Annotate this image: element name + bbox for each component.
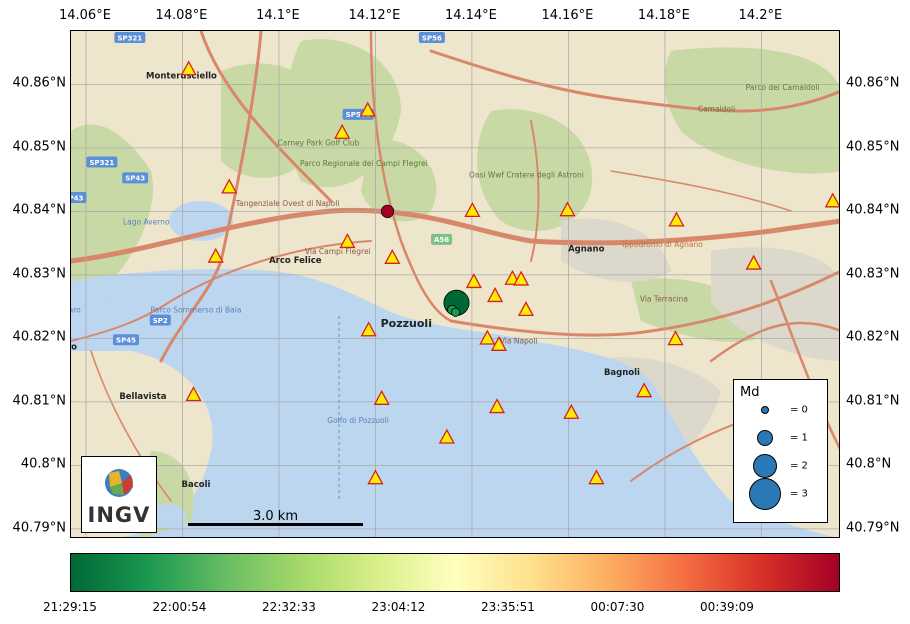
longitude-tick-label: 14.14°E (444, 8, 497, 23)
place-label: Golfo di Pozzuoli (327, 416, 389, 425)
colorbar-tick-label: 23:04:12 (371, 600, 426, 614)
colorbar-tick-label: 22:32:33 (262, 600, 316, 614)
latitude-tick-label: 40.81°N (846, 393, 900, 409)
place-label: Pozzuoli (381, 317, 432, 330)
latitude-tick-label: 40.82°N (846, 329, 900, 345)
colorbar-tick-label: 00:07:30 (590, 600, 645, 614)
legend-marker (749, 478, 781, 510)
latitude-tick-label: 40.79°N (846, 520, 900, 536)
colorbar-tick-label: 21:29:15 (43, 600, 97, 614)
place-label: Agnano (568, 245, 605, 255)
place-label: SP43 (125, 175, 145, 183)
latitude-tick-label: 40.84°N (12, 202, 66, 218)
place-label: SP43 (71, 194, 83, 202)
latitude-tick-label: 40.84°N (846, 202, 900, 218)
latitude-tick-label: 40.79°N (12, 520, 66, 536)
place-label: Bagnoli (604, 368, 640, 378)
place-label: SP56 (422, 34, 442, 42)
longitude-tick-label: 14.16°E (541, 8, 594, 23)
place-label: Parco dei Camaldoli (746, 83, 820, 92)
place-label: Via Terracina (640, 294, 688, 303)
longitude-tick-label: 14.18°E (637, 8, 690, 23)
colorbar-tick-label: 00:39:09 (700, 600, 754, 614)
map-area[interactable]: Monterusciello Parco Regionale dei Campi … (70, 30, 840, 538)
place-label: Ippodromo di Agnano (622, 240, 703, 249)
ingv-logo: INGV (81, 456, 157, 533)
magnitude-legend: Md = 0 = 1 = 2 = 3 (733, 379, 828, 523)
place-label: Bacoli (181, 480, 210, 490)
colorbar-tick-label: 22:00:54 (152, 600, 207, 614)
place-label: SP45 (116, 337, 136, 345)
place-label: A56 (434, 236, 449, 244)
legend-marker (761, 406, 769, 414)
place-label: Via Campi Flegrei (305, 247, 371, 256)
place-label: Fusaro (71, 342, 77, 352)
longitude-tick-label: 14.1°E (256, 8, 300, 23)
legend-marker (753, 454, 777, 478)
place-label: Parco Regionale dei Campi Flegrei (300, 159, 428, 168)
latitude-tick-label: 40.86°N (12, 75, 66, 91)
place-label: Oasi Wwf Cratere degli Astroni (469, 171, 584, 180)
legend-entry: = 1 (734, 426, 829, 450)
globe-icon (105, 469, 133, 497)
legend-entry: = 2 (734, 454, 829, 478)
latitude-tick-label: 40.83°N (12, 266, 66, 282)
latitude-tick-label: 40.86°N (846, 75, 900, 91)
longitude-tick-label: 14.2°E (738, 8, 783, 23)
place-label: Tangenziale Ovest di Napoli (235, 199, 340, 208)
legend-marker (757, 430, 773, 446)
time-colorbar (70, 553, 840, 592)
colorbar-tick-label: 23:35:51 (481, 600, 535, 614)
longitude-tick-label: 14.12°E (348, 8, 401, 23)
latitude-tick-label: 40.82°N (12, 329, 66, 345)
longitude-tick-label: 14.08°E (155, 8, 208, 23)
place-label: SP321 (89, 159, 114, 167)
latitude-tick-label: 40.85°N (846, 139, 900, 155)
place-label: Via Napoli (500, 336, 538, 345)
scale-bar (188, 523, 363, 526)
latitude-tick-label: 40.83°N (846, 266, 900, 282)
legend-entry: = 3 (734, 478, 829, 510)
latitude-tick-label: 40.85°N (12, 139, 66, 155)
place-label: Parco Sommerso di Baia (150, 305, 241, 314)
place-label: Camaldoli (698, 105, 735, 114)
place-label: Lago Averno (123, 218, 170, 227)
legend-label: = 3 (790, 488, 808, 500)
latitude-tick-label: 40.81°N (12, 393, 66, 409)
earthquake-event-marker[interactable] (380, 204, 395, 218)
place-label: SP321 (117, 34, 142, 42)
latitude-tick-label: 40.8°N (846, 456, 892, 472)
logo-text: INGV (87, 503, 151, 527)
place-label: Lago del Fusaro (71, 305, 81, 314)
longitude-tick-label: 14.06°E (58, 8, 111, 23)
place-label: Arco Felice (269, 256, 322, 266)
earthquake-event-marker[interactable] (450, 307, 461, 317)
scale-label: 3.0 km (253, 509, 298, 524)
legend-entry: = 0 (734, 398, 829, 422)
legend-label: = 2 (790, 460, 808, 472)
latitude-tick-label: 40.8°N (20, 456, 66, 472)
basemap: Monterusciello Parco Regionale dei Campi … (71, 31, 839, 537)
place-label: Bellavista (119, 392, 166, 402)
legend-label: = 0 (790, 404, 808, 416)
legend-label: = 1 (790, 432, 808, 444)
place-label: Carney Park Golf Club (278, 138, 360, 147)
place-label: SP2 (153, 317, 168, 325)
place-label: Monterusciello (146, 71, 217, 81)
